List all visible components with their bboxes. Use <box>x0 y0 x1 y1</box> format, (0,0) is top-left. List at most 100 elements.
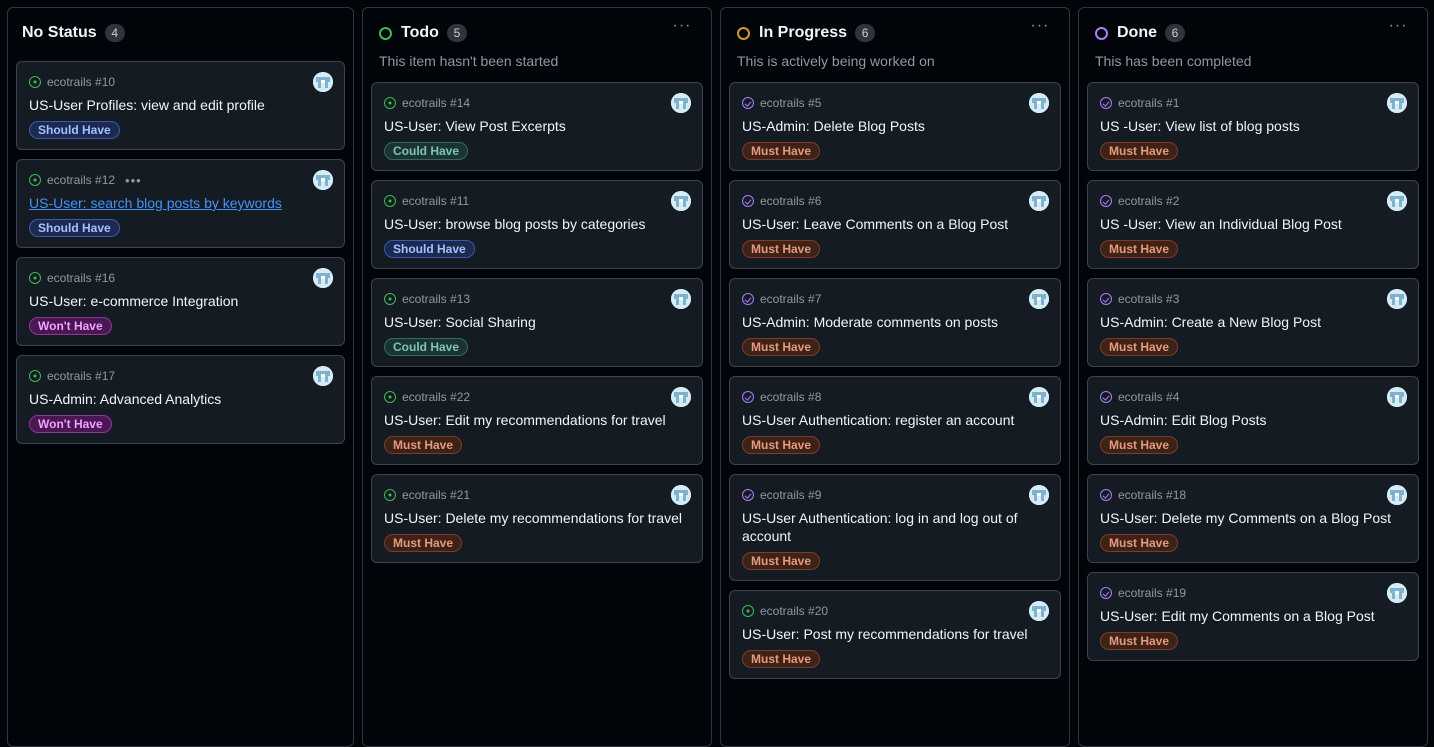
assignee-avatar[interactable] <box>671 191 691 211</box>
issue-card[interactable]: ecotrails #6 US-User: Leave Comments on a… <box>729 180 1061 269</box>
issue-reference[interactable]: ecotrails #7 <box>760 292 821 306</box>
assignee-avatar[interactable] <box>313 366 333 386</box>
assignee-avatar[interactable] <box>1029 93 1049 113</box>
issue-reference[interactable]: ecotrails #19 <box>1118 586 1186 600</box>
priority-label[interactable]: Could Have <box>384 338 469 356</box>
priority-label[interactable]: Should Have <box>384 240 475 258</box>
issue-reference[interactable]: ecotrails #16 <box>47 271 115 285</box>
issue-card[interactable]: ecotrails #3 US-Admin: Create a New Blog … <box>1087 278 1419 367</box>
priority-label[interactable]: Could Have <box>384 142 469 160</box>
issue-reference[interactable]: ecotrails #9 <box>760 488 821 502</box>
priority-label[interactable]: Must Have <box>384 534 463 552</box>
assignee-avatar[interactable] <box>313 170 333 190</box>
card-title[interactable]: US -User: View list of blog posts <box>1100 117 1406 135</box>
priority-label[interactable]: Must Have <box>742 552 821 570</box>
issue-reference[interactable]: ecotrails #8 <box>760 390 821 404</box>
issue-card[interactable]: ecotrails #21 US-User: Delete my recommen… <box>371 474 703 563</box>
assignee-avatar[interactable] <box>1029 191 1049 211</box>
issue-card[interactable]: ecotrails #17 US-Admin: Advanced Analytic… <box>16 355 345 444</box>
issue-reference[interactable]: ecotrails #2 <box>1118 194 1179 208</box>
priority-label[interactable]: Must Have <box>1100 240 1179 258</box>
issue-reference[interactable]: ecotrails #18 <box>1118 488 1186 502</box>
priority-label[interactable]: Must Have <box>1100 338 1179 356</box>
card-title[interactable]: US-User: search blog posts by keywords <box>29 194 332 212</box>
card-title[interactable]: US-User: Social Sharing <box>384 313 690 331</box>
priority-label[interactable]: Must Have <box>742 338 821 356</box>
issue-reference[interactable]: ecotrails #6 <box>760 194 821 208</box>
card-title[interactable]: US-User: Delete my recommendations for t… <box>384 509 690 527</box>
assignee-avatar[interactable] <box>1387 583 1407 603</box>
card-title[interactable]: US-Admin: Edit Blog Posts <box>1100 411 1406 429</box>
priority-label[interactable]: Must Have <box>1100 436 1179 454</box>
assignee-avatar[interactable] <box>1029 289 1049 309</box>
assignee-avatar[interactable] <box>671 289 691 309</box>
issue-card[interactable]: ecotrails #5 US-Admin: Delete Blog Posts M… <box>729 82 1061 171</box>
card-title[interactable]: US-Admin: Delete Blog Posts <box>742 117 1048 135</box>
issue-card[interactable]: ecotrails #20 US-User: Post my recommenda… <box>729 590 1061 679</box>
column-menu-icon[interactable]: ··· <box>671 18 693 38</box>
assignee-avatar[interactable] <box>671 387 691 407</box>
issue-card[interactable]: ecotrails #4 US-Admin: Edit Blog Posts Mus… <box>1087 376 1419 465</box>
assignee-avatar[interactable] <box>313 72 333 92</box>
card-title[interactable]: US-User: e-commerce Integration <box>29 292 332 310</box>
priority-label[interactable]: Must Have <box>1100 142 1179 160</box>
assignee-avatar[interactable] <box>1029 485 1049 505</box>
card-title[interactable]: US-User Authentication: log in and log o… <box>742 509 1048 545</box>
assignee-avatar[interactable] <box>1029 601 1049 621</box>
issue-reference[interactable]: ecotrails #13 <box>402 292 470 306</box>
priority-label[interactable]: Must Have <box>1100 534 1179 552</box>
assignee-avatar[interactable] <box>313 268 333 288</box>
priority-label[interactable]: Should Have <box>29 121 120 139</box>
priority-label[interactable]: Must Have <box>384 436 463 454</box>
issue-card[interactable]: ecotrails #16 US-User: e-commerce Integra… <box>16 257 345 346</box>
priority-label[interactable]: Must Have <box>1100 632 1179 650</box>
assignee-avatar[interactable] <box>1029 387 1049 407</box>
issue-reference[interactable]: ecotrails #4 <box>1118 390 1179 404</box>
assignee-avatar[interactable] <box>1387 485 1407 505</box>
assignee-avatar[interactable] <box>671 485 691 505</box>
card-title[interactable]: US -User: View an Individual Blog Post <box>1100 215 1406 233</box>
issue-card[interactable]: ecotrails #14 US-User: View Post Excerpts… <box>371 82 703 171</box>
assignee-avatar[interactable] <box>1387 289 1407 309</box>
issue-reference[interactable]: ecotrails #17 <box>47 369 115 383</box>
issue-reference[interactable]: ecotrails #21 <box>402 488 470 502</box>
issue-card[interactable]: ecotrails #18 US-User: Delete my Comments… <box>1087 474 1419 563</box>
assignee-avatar[interactable] <box>1387 191 1407 211</box>
issue-reference[interactable]: ecotrails #1 <box>1118 96 1179 110</box>
card-title[interactable]: US-User: Leave Comments on a Blog Post <box>742 215 1048 233</box>
card-title[interactable]: US-User Profiles: view and edit profile <box>29 96 332 114</box>
priority-label[interactable]: Must Have <box>742 240 821 258</box>
issue-reference[interactable]: ecotrails #12 <box>47 173 115 187</box>
card-title[interactable]: US-User: browse blog posts by categories <box>384 215 690 233</box>
card-title[interactable]: US-User: Delete my Comments on a Blog Po… <box>1100 509 1406 527</box>
issue-card[interactable]: ecotrails #11 US-User: browse blog posts … <box>371 180 703 269</box>
card-more-icon[interactable]: ••• <box>125 173 142 188</box>
priority-label[interactable]: Must Have <box>742 436 821 454</box>
card-title[interactable]: US-Admin: Moderate comments on posts <box>742 313 1048 331</box>
issue-reference[interactable]: ecotrails #11 <box>402 194 469 208</box>
issue-card[interactable]: ecotrails #9 US-User Authentication: log … <box>729 474 1061 581</box>
priority-label[interactable]: Won't Have <box>29 415 112 433</box>
assignee-avatar[interactable] <box>1387 387 1407 407</box>
priority-label[interactable]: Should Have <box>29 219 120 237</box>
issue-card[interactable]: ecotrails #19 US-User: Edit my Comments o… <box>1087 572 1419 661</box>
issue-card[interactable]: ecotrails #2 US -User: View an Individual… <box>1087 180 1419 269</box>
card-title[interactable]: US-Admin: Advanced Analytics <box>29 390 332 408</box>
priority-label[interactable]: Must Have <box>742 142 821 160</box>
card-title[interactable]: US-Admin: Create a New Blog Post <box>1100 313 1406 331</box>
assignee-avatar[interactable] <box>1387 93 1407 113</box>
issue-reference[interactable]: ecotrails #20 <box>760 604 828 618</box>
priority-label[interactable]: Must Have <box>742 650 821 668</box>
issue-card[interactable]: ecotrails #10 US-User Profiles: view and … <box>16 61 345 150</box>
card-title[interactable]: US-User Authentication: register an acco… <box>742 411 1048 429</box>
issue-reference[interactable]: ecotrails #3 <box>1118 292 1179 306</box>
column-menu-icon[interactable]: ··· <box>1029 18 1051 38</box>
assignee-avatar[interactable] <box>671 93 691 113</box>
card-title[interactable]: US-User: Edit my recommendations for tra… <box>384 411 690 429</box>
issue-card[interactable]: ecotrails #13 US-User: Social Sharing Coul… <box>371 278 703 367</box>
issue-reference[interactable]: ecotrails #22 <box>402 390 470 404</box>
column-menu-icon[interactable]: ··· <box>1387 18 1409 38</box>
issue-card[interactable]: ecotrails #22 US-User: Edit my recommenda… <box>371 376 703 465</box>
card-title[interactable]: US-User: Post my recommendations for tra… <box>742 625 1048 643</box>
priority-label[interactable]: Won't Have <box>29 317 112 335</box>
